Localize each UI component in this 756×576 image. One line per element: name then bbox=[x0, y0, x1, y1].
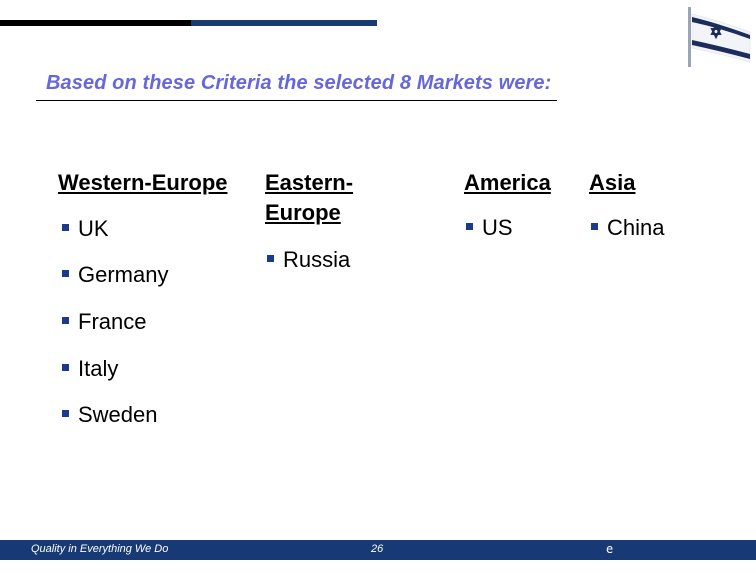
footer-tagline: Quality in Everything We Do bbox=[31, 543, 169, 555]
square-bullet-icon bbox=[466, 222, 473, 230]
list-item: Italy bbox=[62, 355, 118, 383]
square-bullet-icon bbox=[591, 222, 598, 230]
column-heading-asia: Asia bbox=[589, 170, 636, 195]
list-item: Sweden bbox=[62, 401, 158, 429]
list-item: China bbox=[591, 214, 664, 242]
footer-bar: Quality in Everything We Do 26 e bbox=[0, 540, 756, 560]
square-bullet-icon bbox=[267, 254, 274, 262]
column-heading-america: America bbox=[464, 170, 551, 195]
list-item: US bbox=[466, 214, 513, 242]
top-bar-blue-segment bbox=[191, 20, 377, 26]
israel-flag-icon bbox=[688, 7, 751, 67]
list-item: UK bbox=[62, 215, 109, 243]
list-item: Germany bbox=[62, 261, 168, 289]
list-item: Russia bbox=[267, 246, 350, 274]
square-bullet-icon bbox=[62, 269, 69, 277]
footer-mark: e bbox=[606, 542, 614, 556]
column-heading-eastern-europe-line1: Eastern- bbox=[265, 170, 354, 195]
slide-title: Based on these Criteria the selected 8 M… bbox=[46, 72, 552, 94]
square-bullet-icon bbox=[62, 363, 69, 371]
square-bullet-icon bbox=[62, 409, 69, 417]
top-bar-black-segment bbox=[0, 20, 191, 26]
column-heading-eastern-europe-line2: Europe bbox=[265, 200, 341, 225]
square-bullet-icon bbox=[62, 223, 69, 231]
title-underline bbox=[36, 100, 557, 101]
list-item: France bbox=[62, 308, 146, 336]
square-bullet-icon bbox=[62, 316, 69, 324]
page-number: 26 bbox=[371, 543, 384, 555]
column-heading-western-europe: Western-Europe bbox=[58, 170, 228, 195]
